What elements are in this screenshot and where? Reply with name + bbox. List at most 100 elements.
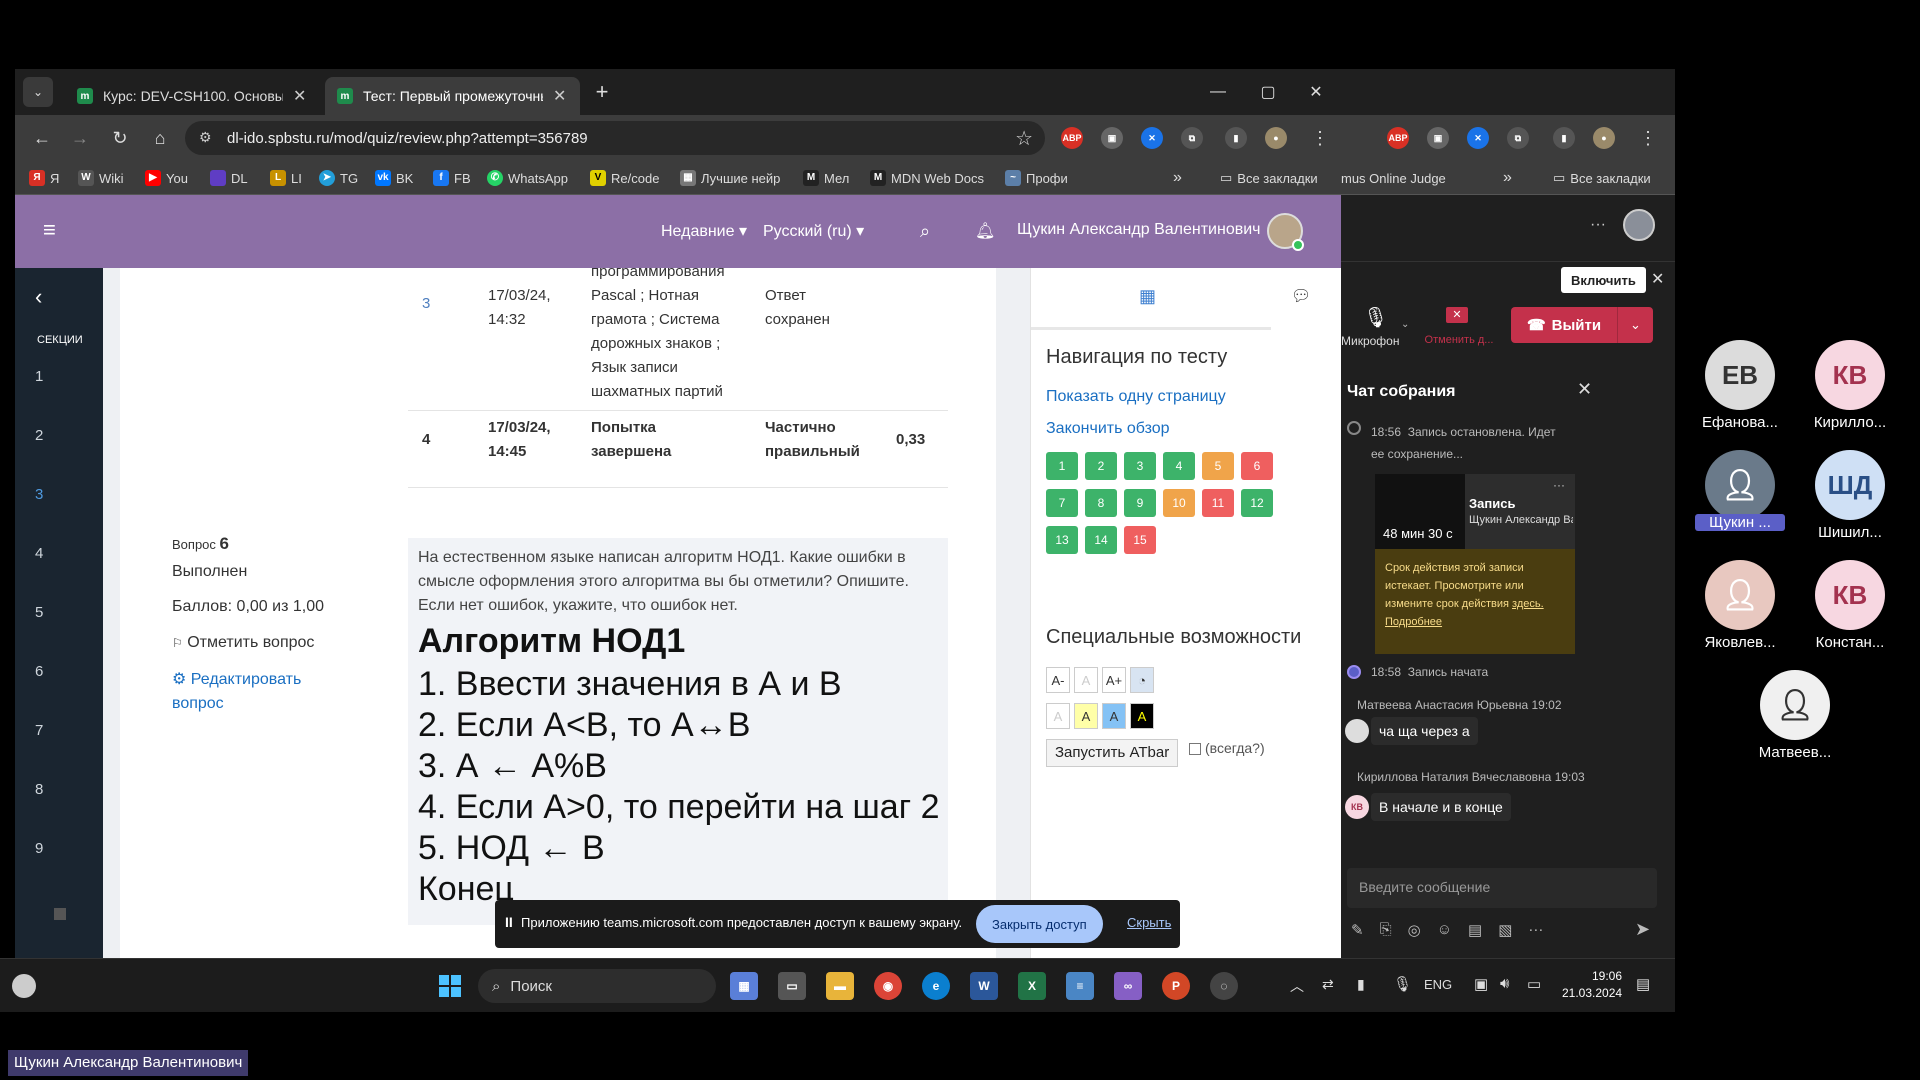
color-yellow-button[interactable]: A	[1074, 703, 1098, 729]
site-info-icon[interactable]: ⚙	[199, 129, 212, 146]
taskbar-search[interactable]: ⌕ Поиск	[478, 969, 716, 1003]
participant-avatar-3[interactable]: 👤︎	[1705, 450, 1775, 520]
section-2[interactable]: 2	[35, 427, 43, 444]
hamburger-menu-icon[interactable]: ≡	[43, 217, 56, 243]
participant-avatar-5[interactable]: 👤︎	[1705, 560, 1775, 630]
color-blue-button[interactable]: A	[1102, 703, 1126, 729]
close-tab-icon[interactable]: ✕	[553, 86, 566, 106]
extensions-puzzle-icon[interactable]: ⧉	[1181, 127, 1203, 149]
bell-icon[interactable]: 🔔︎	[975, 221, 995, 241]
minimize-button[interactable]: —	[1195, 77, 1241, 107]
section-5[interactable]: 5	[35, 604, 43, 621]
more-options-icon[interactable]: ···	[1590, 216, 1606, 234]
clock[interactable]: 19:06 21.03.2024	[1562, 968, 1622, 1002]
color-white-button[interactable]: A	[1046, 703, 1070, 729]
adblock-icon[interactable]: ABP	[1387, 127, 1409, 149]
edge-icon[interactable]: e	[922, 972, 950, 1000]
search-icon[interactable]: ⌕	[920, 221, 930, 242]
bookmark-timus[interactable]: mus Online Judge	[1341, 168, 1446, 188]
translate-icon[interactable]: ✕	[1141, 127, 1163, 149]
section-4[interactable]: 4	[35, 545, 43, 562]
tray-mic-icon[interactable]: 🎙︎	[1393, 975, 1412, 993]
font-larger-button[interactable]: A+	[1102, 667, 1126, 693]
maximize-button[interactable]: ▢	[1245, 77, 1291, 107]
show-one-page-link[interactable]: Показать одну страницу	[1046, 388, 1226, 406]
chat-bubble-icon[interactable]: 💬︎	[1291, 286, 1311, 306]
gif-icon[interactable]: ▤	[1468, 921, 1482, 939]
forward-icon[interactable]: →	[65, 123, 95, 153]
all-bookmarks[interactable]: ▭ Все закладки	[1220, 168, 1318, 188]
close-chat-icon[interactable]: ✕	[1577, 379, 1592, 400]
format-icon[interactable]: ✎	[1351, 921, 1364, 939]
section-8[interactable]: 8	[35, 781, 43, 798]
question-nav-button[interactable]: 5	[1202, 452, 1234, 480]
volume-icon[interactable]: 🔊︎	[1500, 975, 1509, 992]
home-icon[interactable]: ⌂	[145, 123, 175, 153]
sticker-icon[interactable]: ▧	[1498, 921, 1512, 939]
question-nav-button[interactable]: 6	[1241, 452, 1273, 480]
task-view-icon[interactable]: ▭	[778, 972, 806, 1000]
leave-dropdown-icon[interactable]: ⌄	[1617, 307, 1653, 343]
include-button[interactable]: Включить	[1561, 267, 1646, 293]
bookmark-vk[interactable]: vk BK	[375, 168, 413, 188]
more-compose-icon[interactable]: ···	[1528, 921, 1543, 939]
new-tab-button[interactable]: +	[587, 77, 617, 107]
emoji-icon[interactable]: ☺	[1437, 921, 1452, 939]
question-nav-button[interactable]: 15	[1124, 526, 1156, 554]
section-3[interactable]: 3	[35, 486, 43, 503]
translate-icon[interactable]: ✕	[1467, 127, 1489, 149]
tab-search-button[interactable]: ⌄	[23, 77, 53, 107]
side-panel-icon[interactable]: ▮	[1553, 127, 1575, 149]
question-nav-button[interactable]: 8	[1085, 489, 1117, 517]
bookmark-youtube[interactable]: ▶ You	[145, 168, 188, 188]
question-nav-button[interactable]: 1	[1046, 452, 1078, 480]
participant-avatar-1[interactable]: ЕВ	[1705, 340, 1775, 410]
bookmark-li[interactable]: L LI	[270, 168, 302, 188]
tab-course[interactable]: m Курс: DEV-CSH100. Основы ал ✕	[65, 77, 320, 115]
bookmarks-overflow[interactable]: »	[1503, 168, 1512, 188]
windows-start-icon[interactable]	[436, 972, 464, 1000]
battery-icon[interactable]: ▭	[1527, 975, 1541, 993]
bookmark-mdn[interactable]: M MDN Web Docs	[870, 168, 984, 188]
bookmark-profi[interactable]: ~ Профи	[1005, 168, 1068, 188]
excel-icon[interactable]: X	[1018, 972, 1046, 1000]
bookmark-telegram[interactable]: ➤ TG	[319, 168, 358, 188]
tray-app-icon[interactable]: ⇄	[1322, 976, 1334, 993]
message-input[interactable]: Введите сообщение	[1347, 868, 1657, 908]
stop-sharing-button[interactable]: Закрыть доступ	[976, 905, 1103, 943]
attach-icon[interactable]: ⎘	[1380, 921, 1392, 939]
tab-quiz[interactable]: m Тест: Первый промежуточный ✕	[325, 77, 580, 115]
close-banner-icon[interactable]: ✕	[1651, 269, 1664, 289]
bookmarks-overflow[interactable]: »	[1173, 168, 1182, 188]
bookmark-facebook[interactable]: f FB	[433, 168, 471, 188]
menu-dots-icon[interactable]: ⋮	[1305, 123, 1335, 153]
recording-card[interactable]: 48 мин 30 с Запись Щукин Александр Вале.…	[1375, 474, 1575, 549]
language-menu[interactable]: Русский (ru) ▾	[763, 221, 864, 241]
adblock-icon[interactable]: ABP	[1061, 127, 1083, 149]
bookmark-mel[interactable]: M Мел	[803, 168, 849, 188]
bookmark-dl[interactable]: DL	[210, 168, 248, 188]
edit-question-link[interactable]: ⚙ Редактировать вопрос	[172, 668, 301, 716]
extension-icon[interactable]: ▣	[1101, 127, 1123, 149]
participant-avatar-7[interactable]: 👤︎	[1760, 670, 1830, 740]
participant-avatar-4[interactable]: ШД	[1815, 450, 1885, 520]
question-nav-button[interactable]: 9	[1124, 489, 1156, 517]
atbar-always-checkbox[interactable]	[1189, 743, 1201, 755]
bookmark-wiki[interactable]: W Wiki	[78, 168, 124, 188]
recording-more-icon[interactable]: ···	[1553, 478, 1565, 492]
section-7[interactable]: 7	[35, 722, 43, 739]
stop-share-icon[interactable]: ✕	[1446, 307, 1468, 323]
more-details-link[interactable]: Подробнее	[1385, 613, 1565, 631]
question-nav-button[interactable]: 14	[1085, 526, 1117, 554]
recent-menu[interactable]: Недавние ▾	[661, 221, 747, 241]
close-window-button[interactable]: ✕	[1293, 77, 1339, 107]
bookmark-whatsapp[interactable]: ✆ WhatsApp	[487, 168, 568, 188]
notepad-icon[interactable]: ≡	[1066, 972, 1094, 1000]
user-name[interactable]: Щукин Александр Валентинович	[1017, 221, 1260, 239]
font-reset-button[interactable]: A	[1074, 667, 1098, 693]
question-nav-button[interactable]: 10	[1163, 489, 1195, 517]
star-icon[interactable]: ☆	[1015, 126, 1033, 151]
widgets-icon[interactable]: ▦	[730, 972, 758, 1000]
question-nav-button[interactable]: 7	[1046, 489, 1078, 517]
app-icon[interactable]: ◌	[1210, 972, 1238, 1000]
